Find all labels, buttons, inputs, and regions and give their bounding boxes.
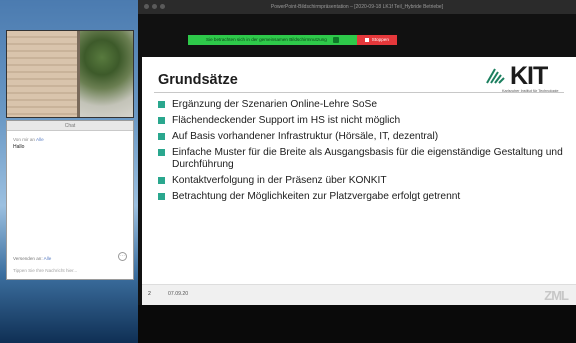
- stop-icon: [364, 38, 369, 42]
- bullet-text: Kontaktverfolgung in der Präsenz über KO…: [172, 175, 387, 186]
- bullet-marker-icon: [158, 193, 165, 200]
- chat-message-to: Alle: [36, 137, 44, 142]
- bullet-list: Ergänzung der Szenarien Online-Lehre SoS…: [158, 99, 568, 207]
- kit-logo-icon: [486, 68, 505, 84]
- bullet-text: Betrachtung der Möglichkeiten zur Platzv…: [172, 191, 461, 202]
- chat-send-to[interactable]: Versenden an: Alle: [13, 256, 51, 261]
- bullet-marker-icon: [158, 133, 165, 140]
- bullet-marker-icon: [158, 149, 165, 156]
- chat-message-meta: Von mir an Alle: [13, 137, 44, 142]
- share-status: Sie betrachten sich in der gemeinsamen B…: [188, 35, 357, 45]
- minimize-window-icon[interactable]: [152, 4, 157, 9]
- chat-message-from: Von mir: [13, 137, 29, 142]
- share-status-text: Sie betrachten sich in der gemeinsamen B…: [206, 37, 327, 42]
- bullet-text: Flächendeckender Support im HS ist nicht…: [172, 115, 401, 126]
- chat-title: Chat: [7, 121, 133, 131]
- bullet-text: Ergänzung der Szenarien Online-Lehre SoS…: [172, 99, 378, 110]
- bullet-text: Auf Basis vorhandener Infrastruktur (Hör…: [172, 131, 439, 142]
- slide-footer: 2 07.09.20 ZML: [142, 284, 576, 305]
- chat-send-to-value[interactable]: Alle: [44, 256, 52, 261]
- kit-logo: KIT Karlsruher Institut für Technologie: [486, 62, 568, 100]
- bullet-item: Kontaktverfolgung in der Präsenz über KO…: [158, 175, 568, 187]
- chat-message-text: Hallo: [13, 144, 25, 150]
- stop-share-label: Stoppen: [371, 37, 389, 42]
- bullet-item: Einfache Muster für die Breite als Ausga…: [158, 147, 568, 171]
- zml-logo: ZML: [544, 288, 569, 303]
- slide-page-number: 2: [148, 291, 151, 297]
- chat-input[interactable]: Tippen Sie Ihre Nachricht hier...: [13, 268, 77, 273]
- bullet-marker-icon: [158, 101, 165, 108]
- slide-title: Grundsätze: [158, 72, 238, 88]
- bullet-item: Flächendeckender Support im HS ist nicht…: [158, 115, 568, 127]
- screen-share-bar: Sie betrachten sich in der gemeinsamen B…: [188, 35, 397, 45]
- chat-send-to-label: Versenden an:: [13, 256, 43, 261]
- maximize-window-icon[interactable]: [160, 4, 165, 9]
- chat-options-icon[interactable]: ⋯: [118, 252, 127, 261]
- window-controls: [144, 4, 165, 9]
- bullet-item: Auf Basis vorhandener Infrastruktur (Hör…: [158, 131, 568, 143]
- bullet-item: Ergänzung der Szenarien Online-Lehre SoS…: [158, 99, 568, 111]
- slide-date: 07.09.20: [168, 291, 189, 297]
- chat-message-to-label: an: [29, 137, 35, 142]
- presentation-slide: Grundsätze KIT Karlsruher Institut für T…: [142, 57, 576, 305]
- kit-logo-text: KIT: [510, 62, 548, 90]
- participant-video: [6, 30, 134, 118]
- close-window-icon[interactable]: [144, 4, 149, 9]
- bullet-marker-icon: [158, 117, 165, 124]
- stop-share-button[interactable]: Stoppen: [356, 35, 397, 45]
- window-bottom-area: [138, 305, 576, 343]
- title-divider: [154, 92, 564, 93]
- chat-panel: Chat Von mir an Alle Hallo Versenden an:…: [6, 120, 134, 280]
- video-wall: [7, 31, 77, 117]
- video-plant: [80, 31, 133, 117]
- share-status-icon: [332, 37, 339, 43]
- bullet-marker-icon: [158, 177, 165, 184]
- bullet-text: Einfache Muster für die Breite als Ausga…: [172, 147, 563, 170]
- bullet-item: Betrachtung der Möglichkeiten zur Platzv…: [158, 191, 568, 203]
- window-title: PowerPoint-Bildschirmpräsentation – [202…: [138, 0, 576, 14]
